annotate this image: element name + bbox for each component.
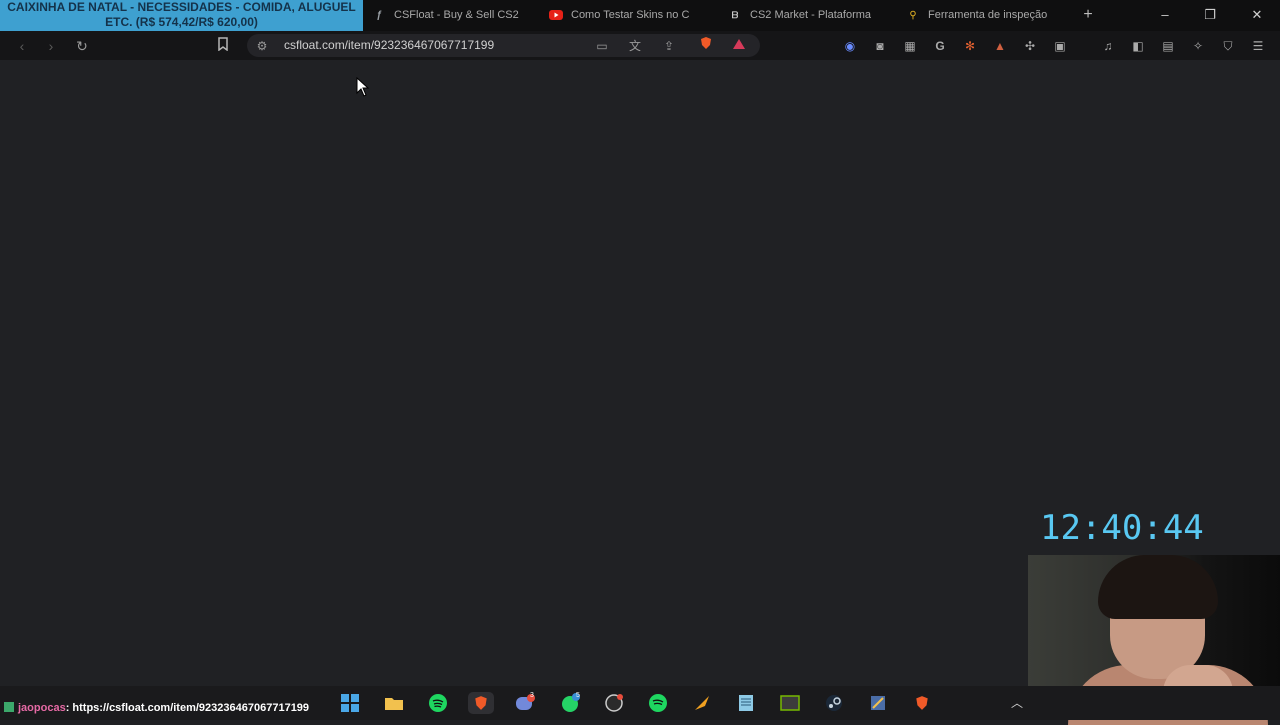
vpn-icon[interactable]: ⛉: [1219, 37, 1237, 55]
address-bar[interactable]: ⚙ csfloat.com/item/923236467067717199 ▭ …: [247, 34, 760, 57]
stream-clock: 12:40:44: [1040, 508, 1204, 548]
spotify-icon[interactable]: [425, 692, 451, 714]
tab-inspect-tool[interactable]: ⚲ Ferramenta de inspeção: [906, 4, 1056, 26]
cs2market-icon: ᗷ: [731, 9, 739, 20]
share-icon[interactable]: ⇪: [659, 36, 679, 56]
taskbar: jaopocas: https://csfloat.com/item/92323…: [0, 686, 1280, 720]
brave-browser-icon-2[interactable]: [909, 692, 935, 714]
close-window-button[interactable]: ✕: [1246, 5, 1268, 25]
csfloat-icon: ƒ: [376, 9, 382, 21]
tab-title: CSFloat - Buy & Sell CS2: [394, 9, 519, 21]
chat-message: jaopocas: https://csfloat.com/item/92323…: [4, 702, 309, 714]
donation-goal-line2: ETC. (R$ 574,42/R$ 620,00): [105, 15, 258, 29]
url-text[interactable]: csfloat.com/item/923236467067717199: [284, 38, 494, 52]
brave-shields-icon[interactable]: [696, 36, 716, 56]
whatsapp-badge: 5: [576, 692, 580, 699]
back-button[interactable]: ‹: [11, 35, 33, 57]
discord-icon[interactable]: 3: [512, 692, 538, 714]
chat-text: : https://csfloat.com/item/9232364670677…: [65, 702, 310, 714]
tab-csfloat[interactable]: ƒ CSFloat - Buy & Sell CS2: [372, 4, 522, 26]
wallet-icon[interactable]: ▤: [1159, 37, 1177, 55]
youtube-icon: [549, 8, 563, 22]
discord-badge: 3: [530, 692, 534, 699]
restore-button[interactable]: ❐: [1199, 5, 1221, 25]
start-button[interactable]: [337, 692, 363, 714]
extension-icon-1[interactable]: ◉: [841, 37, 859, 55]
tab-title: CS2 Market - Plataforma: [750, 9, 872, 21]
chat-badge-icon: [4, 702, 14, 712]
forward-button[interactable]: ›: [40, 35, 62, 57]
extension-icon-6[interactable]: ▲: [991, 37, 1009, 55]
menu-icon[interactable]: ☰: [1249, 37, 1267, 55]
chat-username: jaopocas: [18, 702, 66, 714]
bookmark-icon[interactable]: [212, 35, 234, 57]
search-icon: ⚲: [909, 9, 917, 21]
tab-cs2market[interactable]: ᗷ CS2 Market - Plataforma: [728, 4, 880, 26]
extensions-puzzle-icon[interactable]: ✣: [1021, 37, 1039, 55]
obs-icon[interactable]: [601, 692, 627, 714]
tab-youtube[interactable]: Como Testar Skins no C: [549, 4, 699, 26]
leo-ai-icon[interactable]: ✧: [1189, 37, 1207, 55]
media-icon[interactable]: ♫: [1099, 37, 1117, 55]
google-icon[interactable]: G: [931, 37, 949, 55]
tab-strip: CAIXINHA DE NATAL - NECESSIDADES - COMID…: [0, 0, 1280, 31]
new-tab-button[interactable]: +: [1078, 5, 1098, 25]
nvidia-icon[interactable]: [777, 692, 803, 714]
steam-icon[interactable]: [821, 692, 847, 714]
extension-icon-2[interactable]: ◙: [871, 37, 889, 55]
site-settings-icon[interactable]: ⚙: [252, 36, 272, 56]
donation-goal-banner: CAIXINHA DE NATAL - NECESSIDADES - COMID…: [0, 0, 363, 31]
tab-title: Ferramenta de inspeção: [928, 9, 1048, 21]
app-icon-feather[interactable]: [689, 692, 715, 714]
file-explorer-icon[interactable]: [381, 692, 407, 714]
cast-icon[interactable]: ▭: [592, 36, 612, 56]
extension-icon-5[interactable]: ✻: [961, 37, 979, 55]
translate-icon[interactable]: 文: [625, 36, 645, 56]
screenshot-icon[interactable]: ▣: [1051, 37, 1069, 55]
system-tray-chevron-icon[interactable]: ︿: [1011, 694, 1023, 711]
app-icon-tools[interactable]: [865, 692, 891, 714]
spotify-icon-2[interactable]: [645, 692, 671, 714]
donation-goal-line1: CAIXINHA DE NATAL - NECESSIDADES - COMID…: [7, 0, 356, 14]
tab-title: Como Testar Skins no C: [571, 9, 690, 21]
reload-button[interactable]: ↻: [71, 35, 93, 57]
brave-browser-icon[interactable]: [468, 692, 494, 714]
browser-toolbar: ‹ › ↻ ⚙ csfloat.com/item/923236467067717…: [0, 31, 1280, 60]
minimize-button[interactable]: –: [1154, 5, 1176, 25]
whatsapp-icon[interactable]: 5: [557, 692, 583, 714]
sidebar-icon[interactable]: ◧: [1129, 37, 1147, 55]
brave-rewards-icon[interactable]: [729, 36, 749, 56]
extension-icon-3[interactable]: ▦: [901, 37, 919, 55]
notepad-icon[interactable]: [733, 692, 759, 714]
